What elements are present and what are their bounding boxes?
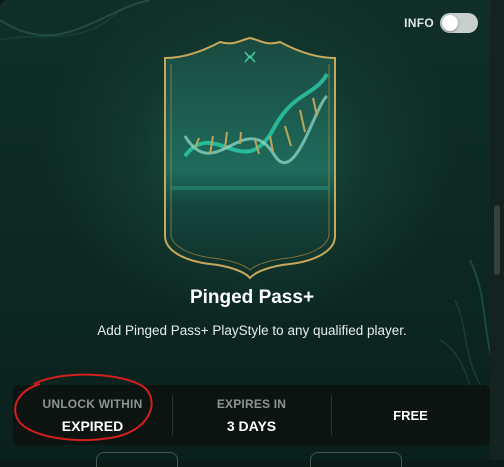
stat-label: UNLOCK WITHIN: [42, 396, 143, 411]
info-toggle-label: INFO: [404, 16, 434, 30]
toggle-knob: [442, 15, 458, 31]
stat-expires-in: EXPIRES IN 3 DAYS: [172, 385, 331, 445]
stat-price: FREE: [331, 385, 490, 445]
stat-value: FREE: [393, 407, 428, 423]
stat-label: EXPIRES IN: [216, 396, 287, 411]
info-toggle-group[interactable]: INFO: [404, 13, 478, 33]
scrollbar-thumb[interactable]: [494, 205, 500, 275]
item-title: Pinged Pass+: [189, 287, 315, 308]
card-frame: [164, 36, 336, 280]
stat-value: EXPIRED: [61, 417, 124, 434]
item-card-image: [164, 36, 336, 280]
stat-unlock-within: UNLOCK WITHIN EXPIRED: [13, 385, 172, 445]
item-stats-bar: UNLOCK WITHIN EXPIRED EXPIRES IN 3 DAYS …: [13, 385, 490, 445]
item-description: Add Pinged Pass+ PlayStyle to any qualif…: [97, 323, 407, 338]
info-toggle[interactable]: [440, 13, 478, 33]
stat-value: 3 DAYS: [226, 417, 277, 434]
